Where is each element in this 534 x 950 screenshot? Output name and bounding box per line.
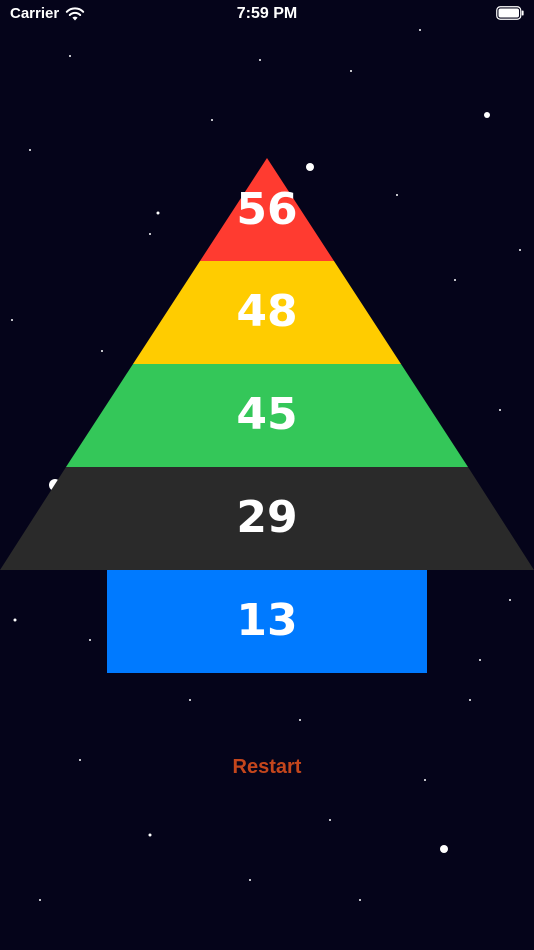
layer-value-fourth: 29 (236, 492, 297, 543)
layer-value-base: 13 (236, 595, 297, 646)
layer-value-top: 56 (236, 184, 297, 235)
number-pyramid: 56 48 45 29 13 (0, 158, 534, 673)
layer-value-third: 45 (236, 389, 297, 440)
layer-value-second: 48 (236, 286, 297, 337)
restart-button[interactable]: Restart (0, 756, 534, 779)
